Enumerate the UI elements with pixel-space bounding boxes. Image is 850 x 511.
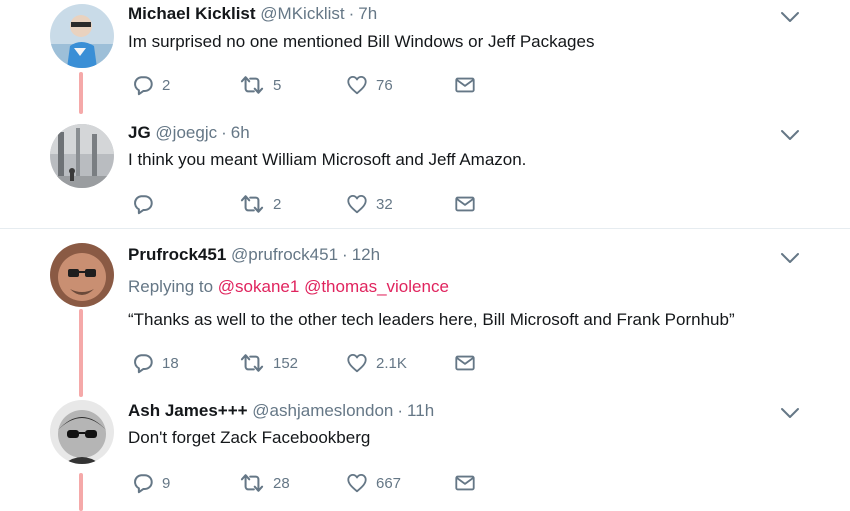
separator-dot: · — [221, 123, 227, 142]
retweet-count: 2 — [273, 195, 282, 213]
direct-message-button[interactable] — [454, 192, 476, 216]
like-count: 76 — [376, 76, 393, 94]
reply-button[interactable] — [132, 192, 162, 216]
envelope-icon — [454, 193, 476, 215]
author-name[interactable]: Ash James+++ — [128, 401, 248, 420]
tweet-header: Ash James+++ @ashjameslondon · 11h — [128, 400, 434, 422]
author-handle[interactable]: @ashjameslondon — [252, 401, 393, 420]
tweet-text: “Thanks as well to the other tech leader… — [128, 310, 735, 329]
thread-1: Michael Kicklist @MKicklist · 7h Im surpri… — [0, 0, 850, 229]
like-button[interactable]: 667 — [346, 471, 401, 495]
heart-icon — [346, 352, 368, 374]
retweet-icon — [239, 74, 265, 96]
avatar[interactable] — [50, 124, 114, 188]
like-count: 667 — [376, 474, 402, 492]
tweet-michael-kicklist[interactable]: Michael Kicklist @MKicklist · 7h Im surpri… — [0, 0, 850, 114]
retweet-icon — [239, 352, 265, 374]
chevron-down-icon[interactable] — [780, 10, 800, 24]
separator-dot: · — [397, 401, 404, 420]
reply-count: 18 — [162, 354, 179, 372]
retweet-icon — [239, 193, 265, 215]
retweet-count: 5 — [273, 76, 282, 94]
reply-button[interactable]: 2 — [132, 73, 170, 97]
separator-dot: · — [348, 4, 355, 23]
heart-icon — [346, 74, 368, 96]
envelope-icon — [454, 74, 476, 96]
reply-icon — [132, 472, 154, 494]
direct-message-button[interactable] — [454, 73, 476, 97]
mention-link[interactable]: @sokane1 — [218, 277, 300, 296]
like-button[interactable]: 32 — [346, 192, 393, 216]
retweet-count: 152 — [273, 354, 299, 372]
retweet-button[interactable]: 2 — [239, 192, 281, 216]
retweet-button[interactable]: 5 — [239, 73, 281, 97]
like-count: 32 — [376, 195, 393, 213]
retweet-icon — [239, 472, 265, 494]
chevron-down-icon[interactable] — [780, 128, 800, 142]
heart-icon — [346, 472, 368, 494]
avatar[interactable] — [50, 243, 114, 307]
reply-count: 9 — [162, 474, 171, 492]
reply-count: 2 — [162, 76, 171, 94]
tweet-header: Michael Kicklist @MKicklist · 7h — [128, 3, 377, 25]
author-name[interactable]: Michael Kicklist — [128, 4, 256, 23]
tweet-ash-james[interactable]: Ash James+++ @ashjameslondon · 11h Don't f… — [0, 394, 850, 511]
author-handle[interactable]: @MKicklist — [260, 4, 344, 23]
tweet-jg[interactable]: JG @joegjc · 6h I think you meant William … — [0, 114, 850, 228]
reply-button[interactable]: 9 — [132, 471, 170, 495]
mention-link[interactable]: @thomas_violence — [304, 277, 449, 296]
reply-icon — [132, 352, 154, 374]
author-name[interactable]: JG — [128, 123, 151, 142]
reply-icon — [132, 74, 154, 96]
like-button[interactable]: 76 — [346, 73, 393, 97]
reply-button[interactable]: 18 — [132, 351, 179, 375]
chevron-down-icon[interactable] — [780, 406, 800, 420]
avatar[interactable] — [50, 4, 114, 68]
envelope-icon — [454, 352, 476, 374]
timestamp[interactable]: 7h — [358, 4, 377, 23]
direct-message-button[interactable] — [454, 471, 476, 495]
like-count: 2.1K — [376, 354, 407, 372]
tweet-text: I think you meant William Microsoft and … — [128, 150, 527, 169]
tweet-header: JG @joegjc · 6h — [128, 122, 250, 144]
author-handle[interactable]: @prufrock451 — [231, 245, 338, 264]
replying-to-label: Replying to — [128, 277, 214, 296]
replying-to: Replying to @sokane1 @thomas_violence — [128, 276, 449, 298]
direct-message-button[interactable] — [454, 351, 476, 375]
timestamp[interactable]: 11h — [407, 401, 434, 420]
retweet-count: 28 — [273, 474, 290, 492]
tweet-prufrock451[interactable]: Prufrock451 @prufrock451 · 12h Replying to… — [0, 229, 850, 394]
like-button[interactable]: 2.1K — [346, 351, 407, 375]
author-handle[interactable]: @joegjc — [155, 123, 217, 142]
tweet-text: Im surprised no one mentioned Bill Windo… — [128, 32, 595, 51]
retweet-button[interactable]: 28 — [239, 471, 290, 495]
tweet-text: Don't forget Zack Facebookberg — [128, 428, 371, 447]
chevron-down-icon[interactable] — [780, 251, 800, 265]
thread-2: Prufrock451 @prufrock451 · 12h Replying to… — [0, 229, 850, 511]
author-name[interactable]: Prufrock451 — [128, 245, 226, 264]
timestamp[interactable]: 12h — [352, 245, 380, 264]
separator-dot: · — [342, 245, 348, 264]
envelope-icon — [454, 472, 476, 494]
reply-icon — [132, 193, 154, 215]
avatar[interactable] — [50, 400, 114, 464]
timestamp[interactable]: 6h — [231, 123, 250, 142]
retweet-button[interactable]: 152 — [239, 351, 298, 375]
heart-icon — [346, 193, 368, 215]
tweet-header: Prufrock451 @prufrock451 · 12h — [128, 244, 380, 266]
